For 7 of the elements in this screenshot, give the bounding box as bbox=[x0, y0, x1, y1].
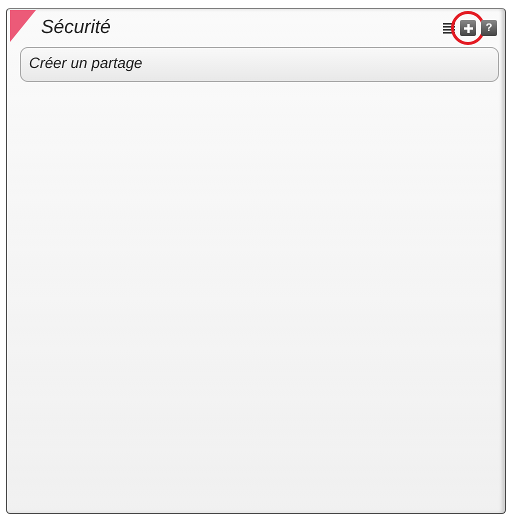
widget-title: Sécurité bbox=[41, 17, 112, 39]
add-button[interactable] bbox=[460, 20, 476, 36]
plus-icon bbox=[464, 24, 472, 32]
list-item[interactable]: Créer un partage bbox=[20, 47, 499, 82]
list-icon[interactable] bbox=[443, 22, 455, 34]
help-button[interactable]: ? bbox=[481, 20, 497, 36]
corner-triangle-icon bbox=[10, 10, 36, 42]
